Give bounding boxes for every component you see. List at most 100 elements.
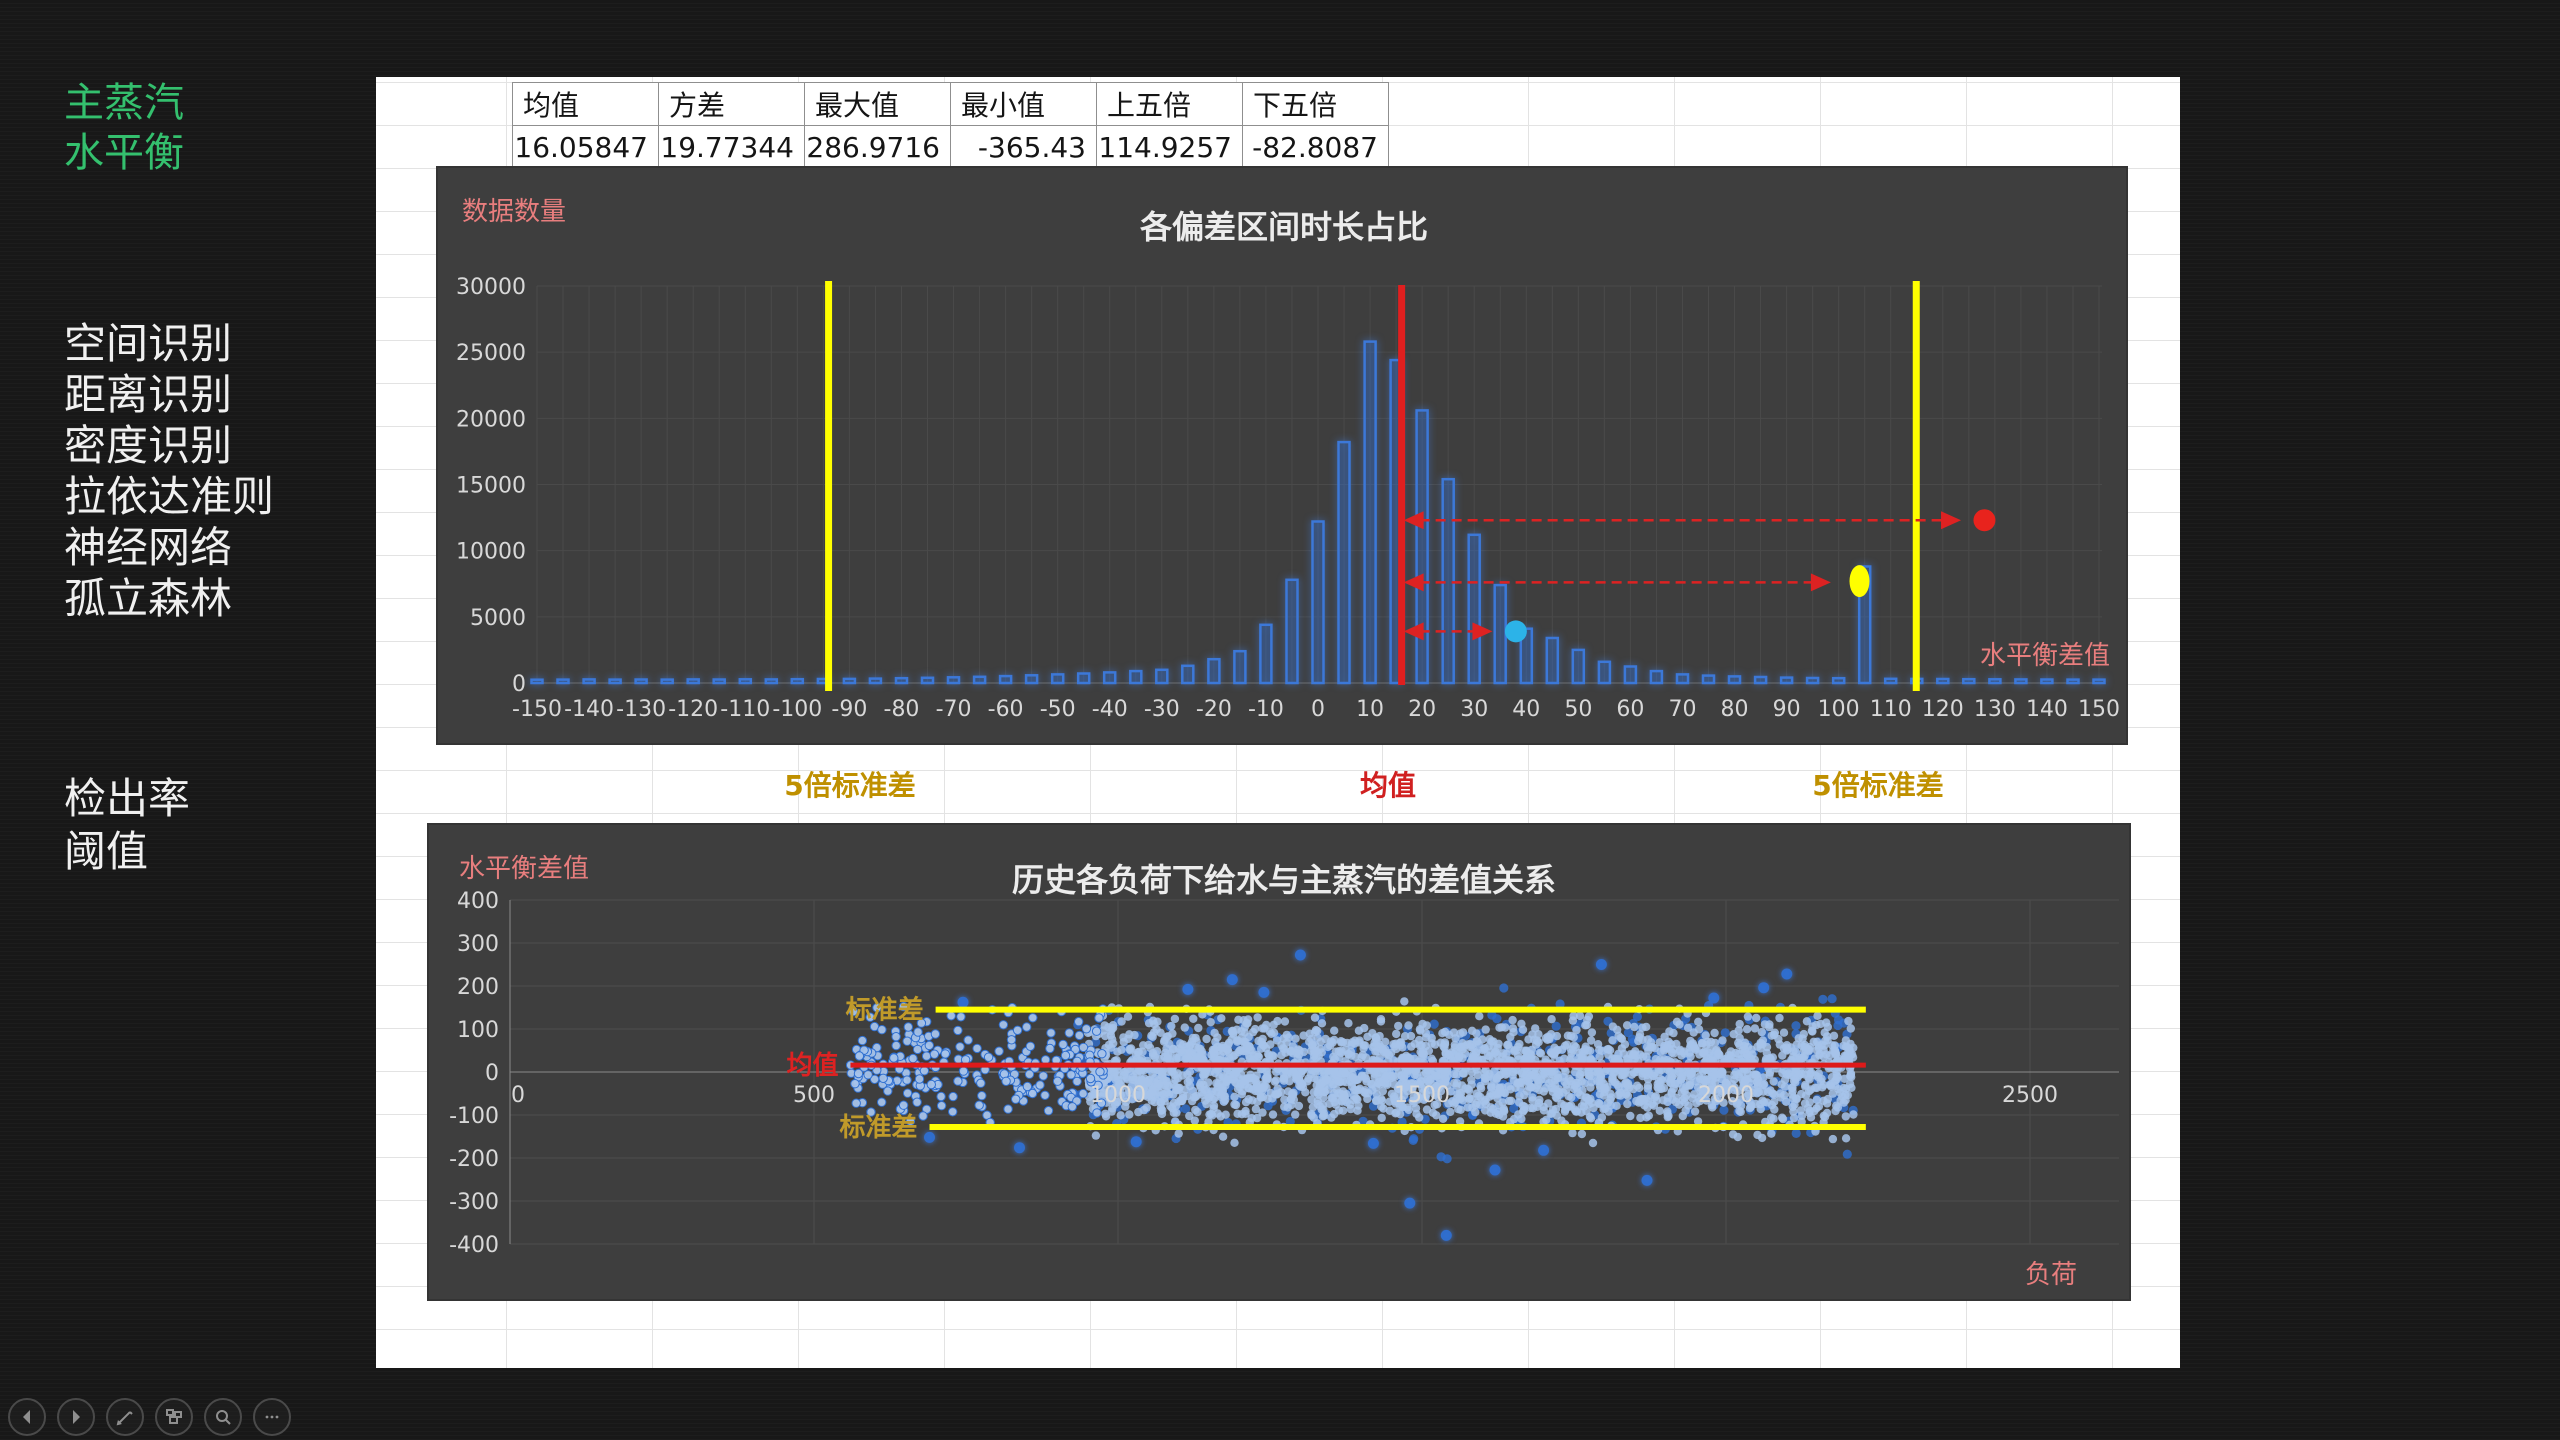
svg-text:均值: 均值 [786, 1051, 838, 1081]
svg-text:40: 40 [1512, 697, 1540, 722]
svg-text:-20: -20 [1196, 697, 1232, 722]
svg-text:60: 60 [1616, 697, 1644, 722]
scatter-chart: 标准差均值标准差-400-300-200-1000100200300400050… [427, 823, 2131, 1301]
next-icon [66, 1407, 86, 1427]
svg-text:30000: 30000 [456, 275, 526, 300]
next-slide-button[interactable] [57, 1398, 95, 1436]
slide-topic-title: 主蒸汽 水平衡 [64, 78, 184, 178]
zoom-slide-button[interactable] [204, 1398, 242, 1436]
label-5sigma-left: 5倍标准差 [700, 762, 1000, 806]
svg-text:-50: -50 [1040, 697, 1076, 722]
svg-text:1000: 1000 [1090, 1083, 1146, 1108]
pen-tool-button[interactable] [106, 1398, 144, 1436]
svg-text:-30: -30 [1144, 697, 1180, 722]
svg-text:120: 120 [1922, 697, 1964, 722]
more-options-button[interactable] [253, 1398, 291, 1436]
svg-text:500: 500 [793, 1083, 835, 1108]
svg-text:30: 30 [1460, 697, 1488, 722]
stats-header-variance: 方差 [659, 83, 805, 126]
svg-text:-60: -60 [988, 697, 1024, 722]
pen-icon [115, 1407, 135, 1427]
svg-text:150: 150 [2078, 697, 2120, 722]
svg-text:-150: -150 [512, 697, 562, 722]
svg-text:130: 130 [1974, 697, 2016, 722]
svg-text:50: 50 [1564, 697, 1592, 722]
svg-text:110: 110 [1870, 697, 1912, 722]
svg-text:10: 10 [1356, 697, 1384, 722]
svg-text:140: 140 [2026, 697, 2068, 722]
svg-text:标准差: 标准差 [840, 1112, 918, 1143]
svg-text:2500: 2500 [2002, 1083, 2058, 1108]
stats-header-mean: 均值 [513, 83, 659, 126]
svg-text:-200: -200 [449, 1147, 499, 1172]
ellipsis-icon [262, 1407, 282, 1427]
svg-text:各偏差区间时长占比: 各偏差区间时长占比 [1140, 208, 1428, 246]
svg-text:20000: 20000 [456, 407, 526, 432]
svg-text:-90: -90 [831, 697, 867, 722]
stats-header-lower5: 下五倍 [1243, 83, 1389, 126]
svg-text:0: 0 [512, 672, 526, 697]
method-item: 孤立森林 [64, 573, 274, 624]
svg-text:-300: -300 [449, 1190, 499, 1215]
method-item: 拉依达准则 [64, 471, 274, 522]
presentation-controls [8, 1398, 291, 1436]
stats-table: 均值 方差 最大值 最小值 上五倍 下五倍 16.05847 19.77344 … [512, 82, 1389, 169]
svg-text:10000: 10000 [456, 540, 526, 565]
svg-text:-130: -130 [616, 697, 666, 722]
stats-value-min: -365.43 [951, 126, 1097, 169]
svg-text:负荷: 负荷 [2025, 1260, 2077, 1290]
method-item: 距离识别 [64, 369, 274, 420]
all-slides-icon [164, 1407, 184, 1427]
svg-text:300: 300 [457, 932, 499, 957]
svg-text:-120: -120 [668, 697, 718, 722]
method-list: 空间识别 距离识别 密度识别 拉依达准则 神经网络 孤立森林 [64, 318, 274, 624]
method-item: 密度识别 [64, 420, 274, 471]
svg-text:水平衡差值: 水平衡差值 [459, 854, 589, 884]
label-5sigma-right: 5倍标准差 [1728, 762, 2028, 806]
magnifier-icon [213, 1407, 233, 1427]
svg-text:数据数量: 数据数量 [462, 197, 566, 227]
stats-value-upper5: 114.9257 [1097, 126, 1243, 169]
stats-header-min: 最小值 [951, 83, 1097, 126]
metric-list: 检出率 阈值 [64, 772, 190, 878]
svg-text:1500: 1500 [1394, 1083, 1450, 1108]
stats-value-max: 286.9716 [805, 126, 951, 169]
metric-item: 阈值 [64, 825, 190, 878]
svg-text:25000: 25000 [456, 341, 526, 366]
stats-header-upper5: 上五倍 [1097, 83, 1243, 126]
svg-text:0: 0 [1311, 697, 1325, 722]
svg-text:200: 200 [457, 975, 499, 1000]
svg-text:-40: -40 [1092, 697, 1128, 722]
stats-header-max: 最大值 [805, 83, 951, 126]
topic-line-1: 主蒸汽 [64, 78, 184, 128]
svg-text:-80: -80 [884, 697, 920, 722]
previous-slide-button[interactable] [8, 1398, 46, 1436]
histogram-chart: -150-140-130-120-110-100-90-80-70-60-50-… [436, 166, 2128, 745]
svg-text:80: 80 [1721, 697, 1749, 722]
svg-text:-100: -100 [449, 1104, 499, 1129]
label-mean: 均值 [1288, 762, 1488, 806]
svg-text:90: 90 [1773, 697, 1801, 722]
svg-text:-100: -100 [772, 697, 822, 722]
svg-text:70: 70 [1668, 697, 1696, 722]
histogram-plot: -150-140-130-120-110-100-90-80-70-60-50-… [438, 168, 2126, 743]
svg-text:5000: 5000 [470, 606, 526, 631]
svg-text:历史各负荷下给水与主蒸汽的差值关系: 历史各负荷下给水与主蒸汽的差值关系 [1012, 861, 1556, 899]
metric-item: 检出率 [64, 772, 190, 825]
svg-text:-70: -70 [936, 697, 972, 722]
svg-text:100: 100 [1818, 697, 1860, 722]
method-item: 神经网络 [64, 522, 274, 573]
svg-text:400: 400 [457, 889, 499, 914]
method-item: 空间识别 [64, 318, 274, 369]
svg-text:-10: -10 [1248, 697, 1284, 722]
topic-line-2: 水平衡 [64, 128, 184, 178]
see-all-slides-button[interactable] [155, 1398, 193, 1436]
svg-text:-140: -140 [564, 697, 614, 722]
svg-text:-110: -110 [720, 697, 770, 722]
stats-value-mean: 16.05847 [513, 126, 659, 169]
svg-text:15000: 15000 [456, 473, 526, 498]
svg-text:-400: -400 [449, 1233, 499, 1258]
svg-text:2000: 2000 [1698, 1083, 1754, 1108]
stats-value-variance: 19.77344 [659, 126, 805, 169]
svg-text:100: 100 [457, 1018, 499, 1043]
